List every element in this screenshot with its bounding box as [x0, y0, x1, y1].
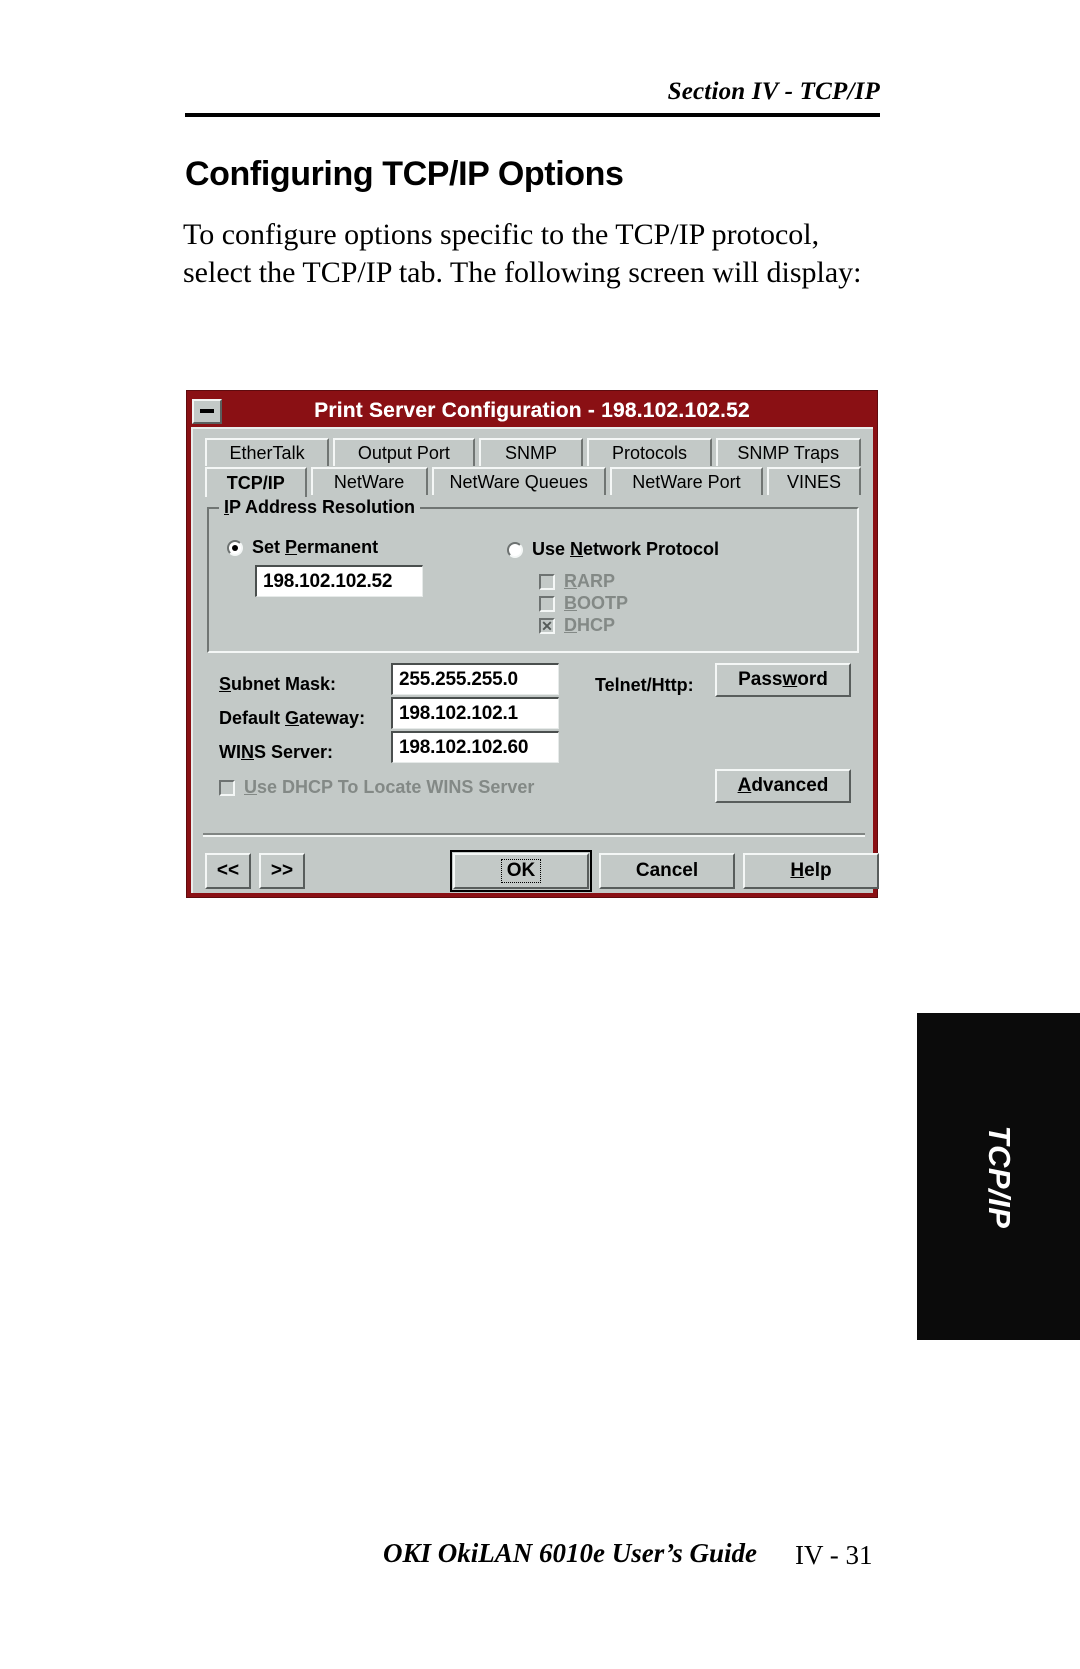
checkbox-indicator-dhcp: ✕ [539, 617, 555, 634]
tab-output-port[interactable]: Output Port [333, 438, 475, 466]
label-subnet-mask: Subnet Mask: [219, 674, 337, 694]
checkbox-label-dhcp: DHCP [564, 615, 616, 635]
ok-button-label: OK [500, 859, 542, 883]
tab-netware-port[interactable]: NetWare Port [609, 467, 764, 495]
checkbox-indicator-bootp [539, 595, 555, 612]
intro-paragraph: To configure options specific to the TCP… [183, 218, 862, 289]
previous-page-button[interactable]: << [205, 853, 251, 889]
checkbox-indicator-use-dhcp-locate-wins [219, 779, 235, 796]
tab-strip-row-2: TCP/IP NetWare NetWare Queues NetWare Po… [205, 467, 865, 497]
tab-netware-queues[interactable]: NetWare Queues [431, 467, 606, 495]
checkbox-rarp[interactable]: RARP [539, 571, 615, 592]
advanced-button-label: Advanced [737, 775, 829, 796]
footer-page-number: IV - 31 [795, 1540, 873, 1570]
footer-title: OKI OkiLAN 6010e User’s Guide [383, 1538, 757, 1568]
side-thumb-tab-label: TCP/IP [981, 1125, 1017, 1228]
radio-use-network-protocol[interactable]: Use Network Protocol [507, 539, 719, 560]
password-button[interactable]: Password [715, 663, 851, 697]
tab-strip-row-1: EtherTalk Output Port SNMP Protocols SNM… [205, 438, 865, 466]
radio-indicator-set-permanent [227, 539, 243, 556]
dialog-titlebar: Print Server Configuration - 198.102.102… [191, 395, 873, 427]
advanced-button[interactable]: Advanced [715, 769, 851, 803]
label-wins-server: WINS Server: [219, 742, 334, 762]
radio-label-use-network-protocol: Use Network Protocol [532, 539, 720, 559]
tab-tcpip[interactable]: TCP/IP [205, 467, 307, 497]
checkbox-use-dhcp-locate-wins[interactable]: Use DHCP To Locate WINS Server [219, 777, 534, 798]
cancel-button[interactable]: Cancel [599, 853, 735, 889]
tab-ethertalk[interactable]: EtherTalk [205, 438, 330, 466]
permanent-ip-input[interactable]: 198.102.102.52 [255, 565, 423, 597]
page-title: Configuring TCP/IP Options [185, 154, 624, 193]
next-page-button[interactable]: >> [259, 853, 305, 889]
help-button-label: Help [790, 860, 832, 881]
label-default-gateway: Default Gateway: [219, 708, 366, 728]
ok-button[interactable]: OK [450, 850, 592, 892]
dialog-title: Print Server Configuration - 198.102.102… [314, 399, 750, 422]
radio-label-set-permanent: Set Permanent [252, 537, 379, 557]
tab-vines[interactable]: VINES [767, 467, 862, 495]
separator [203, 833, 865, 837]
ip-address-resolution-group: IP Address Resolution Set Permanent 198.… [207, 497, 859, 653]
wins-server-input[interactable]: 198.102.102.60 [391, 731, 559, 763]
checkbox-indicator-rarp [539, 573, 555, 590]
subnet-mask-input[interactable]: 255.255.255.0 [391, 663, 559, 695]
radio-indicator-use-network-protocol [507, 541, 523, 558]
checkbox-label-bootp: BOOTP [564, 593, 629, 613]
group-title: IP Address Resolution [219, 497, 421, 518]
tab-protocols[interactable]: Protocols [587, 438, 712, 466]
checkbox-bootp[interactable]: BOOTP [539, 593, 628, 614]
checkbox-label-rarp: RARP [564, 571, 616, 591]
header-rule [185, 113, 880, 117]
tab-snmp-traps[interactable]: SNMP Traps [715, 438, 861, 466]
side-thumb-tab: TCP/IP [917, 1013, 1080, 1340]
print-server-configuration-dialog: Print Server Configuration - 198.102.102… [186, 390, 879, 898]
checkbox-label-use-dhcp-locate-wins: Use DHCP To Locate WINS Server [244, 777, 535, 797]
checkbox-dhcp[interactable]: ✕ DHCP [539, 615, 615, 636]
help-button[interactable]: Help [743, 853, 879, 889]
tab-netware[interactable]: NetWare [310, 467, 428, 495]
default-gateway-input[interactable]: 198.102.102.1 [391, 697, 559, 729]
radio-set-permanent[interactable]: Set Permanent [227, 537, 378, 558]
tab-snmp[interactable]: SNMP [478, 438, 584, 466]
page-header: Section IV - TCP/IP [185, 78, 880, 118]
password-button-label: Password [738, 669, 828, 690]
label-telnet-http: Telnet/Http: [595, 675, 694, 695]
dialog-body: EtherTalk Output Port SNMP Protocols SNM… [191, 427, 879, 893]
running-head: Section IV - TCP/IP [667, 78, 880, 105]
